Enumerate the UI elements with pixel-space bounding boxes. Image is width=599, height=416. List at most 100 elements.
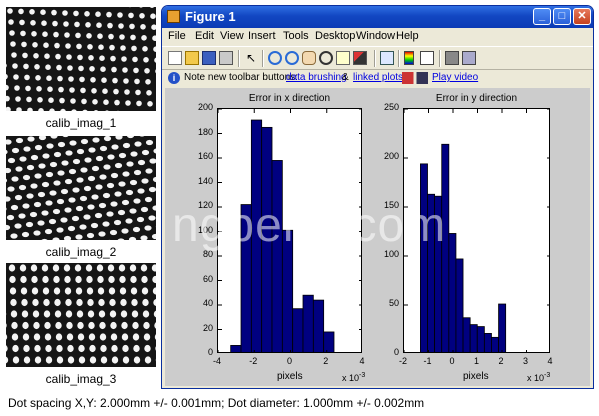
- calibration-dot: [153, 46, 156, 52]
- calibration-dot: [119, 275, 126, 284]
- calibration-dot: [43, 310, 51, 318]
- calibration-dot: [130, 287, 138, 295]
- data-cursor-icon[interactable]: [336, 51, 350, 65]
- calibration-dot: [103, 164, 111, 170]
- calibration-dot: [78, 65, 84, 72]
- calibration-dot: [57, 75, 63, 82]
- calibration-dot: [53, 31, 59, 38]
- maximize-button[interactable]: □: [553, 8, 571, 25]
- linked-plots-link[interactable]: linked plots: [353, 72, 403, 83]
- calibration-dot: [84, 11, 90, 17]
- calibration-dot: [62, 136, 69, 138]
- calibration-image-1-caption: calib_imag_1: [45, 116, 117, 130]
- calibration-dot: [142, 310, 150, 318]
- chart-1-x-multiplier: x 10-3: [342, 372, 366, 383]
- calibration-dot: [15, 137, 24, 144]
- calibration-dot: [70, 98, 76, 104]
- calibration-dot: [23, 344, 30, 353]
- figure-app-icon: [167, 10, 180, 23]
- calibration-dot: [14, 223, 22, 229]
- hide-plot-tools-icon[interactable]: [445, 51, 459, 65]
- calibration-dot: [85, 264, 93, 272]
- calibration-dot: [26, 96, 32, 103]
- calibration-dot: [60, 188, 69, 195]
- calibration-dot: [151, 264, 156, 272]
- calibration-dot: [43, 298, 50, 307]
- minimize-button[interactable]: _: [533, 8, 551, 25]
- x-tick-label: 0: [449, 356, 455, 366]
- calibration-dot: [117, 12, 123, 18]
- window-titlebar[interactable]: Figure 1 _ □ ✕: [162, 6, 593, 28]
- legend-icon[interactable]: [420, 51, 434, 65]
- calibration-dot: [25, 221, 34, 228]
- chart-1-axes[interactable]: [217, 108, 362, 353]
- calibration-dot: [96, 264, 104, 272]
- calibration-dot: [75, 32, 81, 39]
- calibration-dot: [153, 148, 156, 154]
- calibration-dot: [107, 154, 115, 160]
- calibration-dot: [22, 333, 30, 341]
- histogram-bar: [498, 303, 507, 352]
- calibration-dot: [53, 287, 61, 295]
- menu-bar: File Edit View Insert Tools Desktop Wind…: [162, 28, 593, 46]
- calibration-dot: [125, 218, 133, 224]
- calibration-dot: [6, 106, 11, 111]
- menu-view[interactable]: View: [220, 30, 244, 42]
- rotate-3d-icon[interactable]: [319, 51, 333, 65]
- calibration-dot: [82, 109, 88, 111]
- menu-help[interactable]: Help: [396, 30, 419, 42]
- calibration-dot: [66, 333, 74, 341]
- calibration-dot: [130, 275, 137, 284]
- menu-window[interactable]: Window: [356, 30, 395, 42]
- calibration-dot: [133, 344, 140, 353]
- pointer-icon[interactable]: ↖: [244, 51, 258, 65]
- calibration-dot: [100, 344, 107, 353]
- calibration-dot: [125, 189, 134, 196]
- data-brushing-link[interactable]: data brushing: [286, 72, 347, 83]
- close-button[interactable]: ✕: [573, 8, 591, 25]
- calibration-dot: [10, 204, 19, 211]
- link-icon[interactable]: [380, 51, 394, 65]
- calibration-dot: [41, 264, 49, 272]
- show-plot-tools-icon[interactable]: [462, 51, 476, 65]
- zoom-in-icon[interactable]: [268, 51, 282, 65]
- pan-hand-icon[interactable]: [302, 51, 316, 65]
- calibration-dot: [69, 87, 75, 93]
- x-tick-label: 2: [323, 356, 329, 366]
- open-folder-icon[interactable]: [185, 51, 199, 65]
- print-icon[interactable]: [219, 51, 233, 65]
- menu-file[interactable]: File: [168, 30, 186, 42]
- calibration-dot: [63, 21, 69, 27]
- calibration-dot: [149, 158, 156, 164]
- y-tick-label: 20: [202, 322, 213, 333]
- calibration-dot: [31, 31, 37, 37]
- figure-window: Figure 1 _ □ ✕ File Edit View Insert Too…: [161, 5, 594, 389]
- calibration-dot: [45, 171, 54, 178]
- calibration-dot: [63, 235, 72, 240]
- menu-edit[interactable]: Edit: [195, 30, 214, 42]
- calibration-dot: [132, 226, 141, 233]
- histogram-bar: [230, 345, 242, 352]
- calibration-dot: [87, 175, 96, 182]
- calibration-dot: [84, 157, 92, 163]
- calibration-dot: [26, 193, 34, 199]
- menu-insert[interactable]: Insert: [248, 30, 276, 42]
- histogram-bar: [434, 195, 443, 352]
- figure-plot-area: Error in x direction 0 20 40 60 80 100 120 140 1…: [165, 88, 590, 386]
- chart-2-axes[interactable]: [403, 108, 550, 353]
- new-file-icon[interactable]: [168, 51, 182, 65]
- calibration-dot: [95, 155, 104, 162]
- brush-icon[interactable]: [353, 51, 367, 65]
- colorbar-icon[interactable]: [404, 51, 414, 65]
- calibration-dot: [102, 192, 111, 199]
- play-video-link[interactable]: Play video: [432, 72, 478, 83]
- calibration-dot: [37, 220, 45, 226]
- menu-tools[interactable]: Tools: [283, 30, 309, 42]
- calibration-dot: [64, 32, 70, 38]
- calibration-dot: [20, 275, 27, 284]
- calibration-dot: [6, 149, 8, 155]
- zoom-out-icon[interactable]: [285, 51, 299, 65]
- save-icon[interactable]: [202, 51, 216, 65]
- calibration-dot: [41, 20, 47, 26]
- menu-desktop[interactable]: Desktop: [315, 30, 355, 42]
